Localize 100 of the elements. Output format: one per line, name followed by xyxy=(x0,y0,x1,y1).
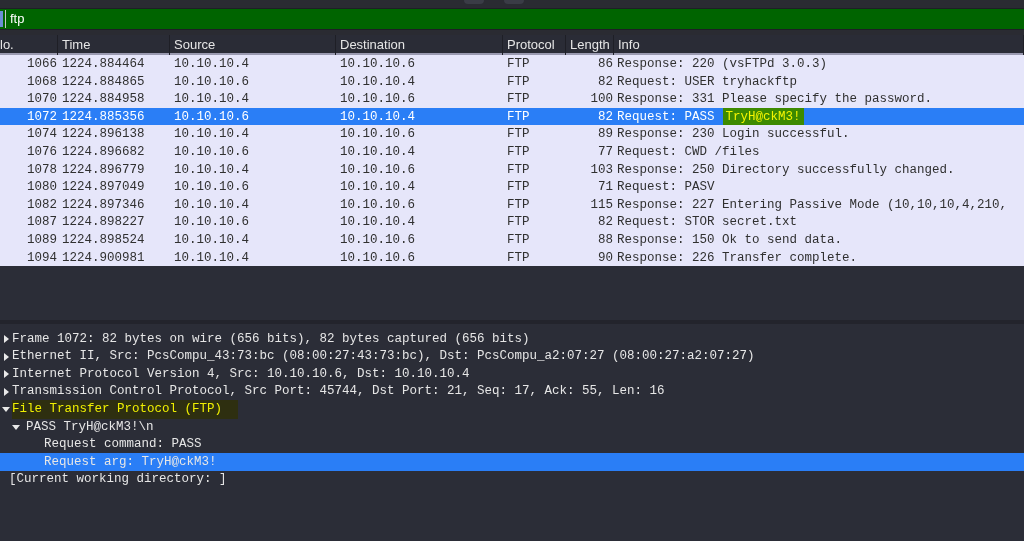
tree-label: [Current working directory: ] xyxy=(9,471,228,489)
display-filter-field[interactable]: ftp xyxy=(0,8,1024,30)
table-cell-text: 1080 xyxy=(26,179,58,197)
table-cell-text: FTP xyxy=(506,214,531,232)
table-cell-text: 1072 xyxy=(26,108,58,126)
tree-label: Request arg: TryH@ckM3! xyxy=(44,453,218,471)
table-cell-text: 10.10.10.4 xyxy=(339,179,416,197)
tree-row[interactable]: File Transfer Protocol (FTP) xyxy=(0,400,1024,419)
column-header[interactable]: Time xyxy=(58,35,170,55)
table-cell-text: 1224.884464 xyxy=(61,56,146,73)
table-cell-text: 10.10.10.6 xyxy=(339,126,416,144)
table-cell-text: 1076 xyxy=(26,143,58,161)
packet-row[interactable]: 1066 1224.884464 10.10.10.4 10.10.10.6 FTP 86 Response: 220 (vsFTPd 3.0.3) xyxy=(0,55,1024,73)
tree-row[interactable]: Frame 1072: 82 bytes on wire (656 bits), 82 bytes captured (656 bits) xyxy=(0,330,1024,348)
table-cell-text: FTP xyxy=(506,231,531,249)
table-cell-text: 1224.897346 xyxy=(61,196,146,214)
tree-row[interactable]: [Current working directory: ] xyxy=(0,470,1024,489)
table-cell-text: FTP xyxy=(506,143,531,161)
table-cell-text: 10.10.10.4 xyxy=(339,143,416,161)
collapsed-arrow-icon[interactable] xyxy=(2,370,10,379)
table-cell-text: FTP xyxy=(506,73,531,91)
column-header[interactable]: lo. xyxy=(0,35,58,55)
tree-label: Ethernet II, Src: PcsCompu_43:73:bc (08:00:27:43:73:bc), Dst: PcsCompu_a2:07:27 (08:00:27:a2:07:27) xyxy=(12,348,756,366)
collapsed-arrow-icon[interactable] xyxy=(2,387,10,396)
table-cell-text: 1224.896779 xyxy=(61,161,146,179)
table-cell-text: 1224.897049 xyxy=(61,179,146,197)
tree-row[interactable]: Ethernet II, Src: PcsCompu_43:73:bc (08:00:27:43:73:bc), Dst: PcsCompu_a2:07:27 (08:00:27:a2:07:27) xyxy=(0,347,1024,366)
table-cell-text: 10.10.10.6 xyxy=(173,73,250,91)
collapsed-arrow-icon[interactable] xyxy=(2,334,10,343)
table-cell-text: 1066 xyxy=(26,56,58,73)
table-cell-text: 82 xyxy=(597,108,614,126)
table-cell-text: 10.10.10.4 xyxy=(339,214,416,232)
table-cell-text: FTP xyxy=(506,56,531,73)
tree-label: File Transfer Protocol (FTP) xyxy=(12,399,239,419)
table-cell-text: 1224.898227 xyxy=(61,214,146,232)
column-header[interactable]: Protocol xyxy=(503,35,566,55)
table-cell-text: 1087 xyxy=(26,214,58,232)
table-cell-text: FTP xyxy=(506,126,531,144)
expanded-arrow-icon[interactable] xyxy=(12,422,20,431)
tree-row[interactable]: Transmission Control Protocol, Src Port: 45744, Dst Port: 21, Seq: 17, Ack: 55, Len: 16 xyxy=(0,382,1024,401)
table-cell-text: 1224.884958 xyxy=(61,91,146,109)
table-cell-text: 1078 xyxy=(26,161,58,179)
table-cell-text: Response: 220 (vsFTPd 3.0.3) xyxy=(616,56,828,73)
expanded-arrow-icon[interactable] xyxy=(2,405,10,414)
table-cell-text: FTP xyxy=(506,249,531,267)
tree-label: Internet Protocol Version 4, Src: 10.10.10.6, Dst: 10.10.10.4 xyxy=(12,365,471,383)
table-cell-text: 10.10.10.4 xyxy=(173,196,250,214)
table-cell-text: Response: 250 Directory successfully changed. xyxy=(616,161,955,179)
table-cell-text: 10.10.10.4 xyxy=(173,91,250,109)
collapsed-arrow-icon[interactable] xyxy=(2,352,10,361)
table-cell-text: 10.10.10.4 xyxy=(173,161,250,179)
packet-row[interactable]: 1074 1224.896138 10.10.10.4 10.10.10.6 FTP 89 Response: 230 Login successful. xyxy=(0,125,1024,143)
table-cell-text: 10.10.10.6 xyxy=(339,196,416,214)
table-cell-text: 10.10.10.6 xyxy=(339,91,416,109)
table-cell-text: 86 xyxy=(597,56,614,73)
table-cell-text: FTP xyxy=(506,179,531,197)
tree-row[interactable]: PASS TryH@ckM3!\n xyxy=(0,418,1024,436)
packet-row[interactable]: 1070 1224.884958 10.10.10.4 10.10.10.6 FTP 100 Response: 331 Please specify the password. xyxy=(0,90,1024,108)
table-cell-text: 88 xyxy=(597,231,614,249)
table-cell-text: Response: 230 Login successful. xyxy=(616,126,850,144)
tree-row[interactable]: Internet Protocol Version 4, Src: 10.10.10.6, Dst: 10.10.10.4 xyxy=(0,365,1024,383)
table-cell-text: Response: 150 Ok to send data. xyxy=(616,231,843,249)
column-header[interactable]: Length xyxy=(566,35,614,55)
table-cell-text: Response: 227 Entering Passive Mode (10,10,10,4,210, xyxy=(616,196,1008,214)
table-cell-text: 1082 xyxy=(26,196,58,214)
tree-row[interactable]: Request command: PASS xyxy=(0,435,1024,454)
table-cell-text: 1224.900981 xyxy=(61,249,146,267)
table-cell-text: 10.10.10.4 xyxy=(339,108,416,126)
table-cell-text: 1224.885356 xyxy=(61,108,146,126)
table-cell-text: Request: PASV xyxy=(616,179,715,197)
table-cell-text: 103 xyxy=(589,161,614,179)
table-cell-text: 10.10.10.4 xyxy=(339,73,416,91)
table-cell-text: 1224.896682 xyxy=(61,143,146,161)
tree-label: PASS TryH@ckM3!\n xyxy=(26,418,155,436)
column-header[interactable]: Destination xyxy=(336,35,503,55)
table-cell-text: Request: STOR secret.txt xyxy=(616,214,798,232)
tree-label: Frame 1072: 82 bytes on wire (656 bits), 82 bytes captured (656 bits) xyxy=(12,330,531,348)
table-cell-text: 10.10.10.4 xyxy=(173,231,250,249)
packet-row[interactable]: 1080 1224.897049 10.10.10.6 10.10.10.4 FTP 71 Request: PASV xyxy=(0,178,1024,196)
table-cell-text: Request: USER tryhackftp xyxy=(616,73,798,91)
table-cell-text: 10.10.10.6 xyxy=(173,214,250,232)
table-cell-text: 100 xyxy=(589,91,614,109)
table-cell-text: 1224.884865 xyxy=(61,73,146,91)
table-cell-text: 90 xyxy=(597,249,614,267)
table-cell-text: 82 xyxy=(597,214,614,232)
column-header[interactable]: Source xyxy=(170,35,336,55)
table-cell-text: 10.10.10.4 xyxy=(173,56,250,73)
table-cell-text: 10.10.10.4 xyxy=(173,126,250,144)
table-cell-text: 1224.898524 xyxy=(61,231,146,249)
table-cell-text: 77 xyxy=(597,143,614,161)
table-cell-text: 10.10.10.6 xyxy=(339,56,416,73)
table-cell-text: 1224.896138 xyxy=(61,126,146,144)
tree-label: Transmission Control Protocol, Src Port: 45744, Dst Port: 21, Seq: 17, Ack: 55, Len: 16 xyxy=(12,383,666,401)
column-header[interactable]: Info xyxy=(614,35,1024,55)
table-cell-text: 10.10.10.6 xyxy=(173,108,250,126)
table-cell-text: 10.10.10.6 xyxy=(339,249,416,267)
table-cell-text: 71 xyxy=(597,179,614,197)
table-cell-text: 82 xyxy=(597,73,614,91)
packet-row[interactable]: 1087 1224.898227 10.10.10.6 10.10.10.4 FTP 82 Request: STOR secret.txt xyxy=(0,213,1024,231)
table-cell-text: FTP xyxy=(506,161,531,179)
